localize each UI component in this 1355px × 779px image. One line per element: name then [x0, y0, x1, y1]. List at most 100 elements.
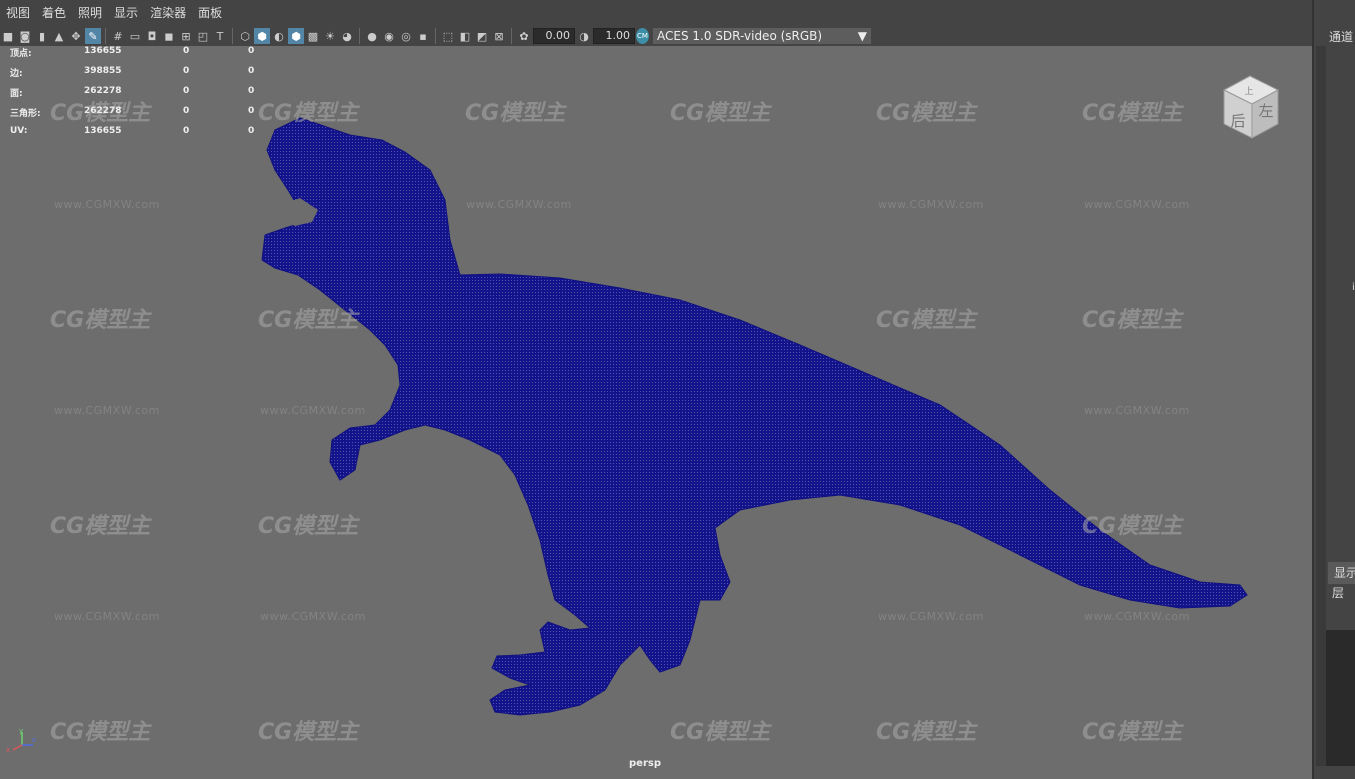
wireframe-icon[interactable]: ⬡	[237, 28, 253, 44]
viewport-menubar: 视图 着色 照明 显示 渲染器 面板	[0, 0, 1312, 26]
axis-x-label: x	[6, 746, 10, 754]
watermark-url: www.CGMXW.com	[54, 404, 160, 417]
watermark-url: www.CGMXW.com	[878, 198, 984, 211]
toolbar-separator	[232, 28, 233, 44]
poly-count-hud: 顶点: 136655 0 0 边: 398855 0 0 面: 262278 0 0 三角形: 26…	[8, 46, 268, 146]
watermark-logo: CG模型主	[876, 720, 977, 745]
gate-mask-icon[interactable]: ◼	[161, 28, 177, 44]
camera-label: persp	[629, 758, 661, 769]
menu-lighting[interactable]: 照明	[72, 0, 108, 26]
watermark-logo: CG模型主	[258, 308, 359, 333]
stat-row: 边: 398855 0 0	[10, 66, 255, 79]
default-material-icon[interactable]: ◐	[271, 28, 287, 44]
isolate-select-icon[interactable]: ⬚	[440, 28, 456, 44]
image-plane-icon[interactable]: ▲	[51, 28, 67, 44]
smooth-shade-icon[interactable]: ⬢	[254, 28, 270, 44]
panel-mark: i	[1352, 282, 1355, 293]
panel-scrollbar[interactable]	[1316, 46, 1326, 766]
watermark-logo: CG模型主	[876, 101, 977, 126]
watermark-logo: CG模型主	[670, 101, 771, 126]
watermark-url: www.CGMXW.com	[54, 610, 160, 623]
color-management-badge: CM	[636, 28, 649, 44]
exposure-icon[interactable]: ✿	[516, 28, 532, 44]
watermark-logo: CG模型主	[50, 308, 151, 333]
toolbar-separator	[511, 28, 512, 44]
viewport-toolbar: ■ ◙ ▮ ▲ ✥ ✎ # ▭ ◘ ◼ ⊞ ◰ T ⬡ ⬢ ◐ ⬢ ▩ ☀ ◕ …	[0, 26, 1312, 46]
watermark-logo: CG模型主	[258, 101, 359, 126]
watermark-logo: CG模型主	[1082, 514, 1183, 539]
watermark-url: www.CGMXW.com	[466, 198, 572, 211]
colorspace-value: ACES 1.0 SDR-video (sRGB)	[657, 29, 823, 43]
stat-row: UV: 136655 0 0	[10, 126, 255, 136]
resolution-gate-icon[interactable]: ◘	[144, 28, 160, 44]
watermark-logo: CG模型主	[50, 514, 151, 539]
grease-pencil-icon[interactable]: ✎	[85, 28, 101, 44]
watermark-url: www.CGMXW.com	[1084, 198, 1190, 211]
gamma-field[interactable]: 1.00	[593, 28, 635, 44]
wireframe-on-shaded-icon[interactable]: ⬢	[288, 28, 304, 44]
watermark-logo: CG模型主	[258, 514, 359, 539]
film-gate-icon[interactable]: ▭	[127, 28, 143, 44]
layer-list[interactable]	[1326, 630, 1355, 766]
watermark-url: www.CGMXW.com	[878, 610, 984, 623]
menu-view[interactable]: 视图	[0, 0, 36, 26]
lights-icon[interactable]: ☀	[322, 28, 338, 44]
select-camera-icon[interactable]: ■	[0, 28, 16, 44]
watermark-logo: CG模型主	[1082, 308, 1183, 333]
camera-attributes-icon[interactable]: ◙	[17, 28, 33, 44]
field-chart-icon[interactable]: ⊞	[178, 28, 194, 44]
right-side-panel: 通道 i 显示 层	[1312, 0, 1355, 779]
exposure-field[interactable]: 0.00	[533, 28, 575, 44]
motion-blur-icon[interactable]: ◉	[381, 28, 397, 44]
tab-channels[interactable]: 通道	[1329, 28, 1353, 45]
tab-layer[interactable]: 层	[1332, 584, 1344, 601]
color-management-icon[interactable]: CM	[636, 28, 652, 44]
depth-of-field-icon[interactable]: ▪	[415, 28, 431, 44]
axis-z-label: z	[32, 736, 36, 744]
watermark-logo: CG模型主	[1082, 720, 1183, 745]
colorspace-dropdown[interactable]: ACES 1.0 SDR-video (sRGB) ▼	[653, 28, 871, 44]
axis-y-label: y	[19, 728, 23, 735]
menu-renderer[interactable]: 渲染器	[144, 0, 192, 26]
watermark-logo: CG模型主	[258, 720, 359, 745]
watermark-url: www.CGMXW.com	[54, 198, 160, 211]
stat-row: 面: 262278 0 0	[10, 86, 255, 99]
viewcube-top-label: 上	[1244, 86, 1253, 97]
toolbar-separator	[105, 28, 106, 44]
anti-aliasing-icon[interactable]: ◎	[398, 28, 414, 44]
shadows-icon[interactable]: ◕	[339, 28, 355, 44]
menu-show[interactable]: 显示	[108, 0, 144, 26]
viewcube-side-label: 左	[1258, 102, 1273, 120]
viewcube[interactable]: 上 后 左	[1216, 72, 1286, 142]
viewport-panel[interactable]: CG模型主 CG模型主 CG模型主 CG模型主 CG模型主 CG模型主 www.…	[0, 0, 1312, 779]
grid-icon[interactable]: #	[110, 28, 126, 44]
watermark-url: www.CGMXW.com	[1084, 404, 1190, 417]
stat-row: 三角形: 262278 0 0	[10, 106, 255, 119]
tab-display[interactable]: 显示	[1328, 562, 1355, 584]
xray-active-components-icon[interactable]: ◩	[474, 28, 490, 44]
menu-panels[interactable]: 面板	[192, 0, 228, 26]
watermark-logo: CG模型主	[465, 101, 566, 126]
toolbar-separator	[435, 28, 436, 44]
ambient-occlusion-icon[interactable]: ●	[364, 28, 380, 44]
watermark-logo: CG模型主	[1082, 101, 1183, 126]
xray-icon[interactable]: ◧	[457, 28, 473, 44]
safe-title-icon[interactable]: T	[212, 28, 228, 44]
watermark-logo: CG模型主	[876, 308, 977, 333]
2d-pan-zoom-icon[interactable]: ✥	[68, 28, 84, 44]
stat-row: 顶点: 136655 0 0	[10, 46, 255, 59]
menu-shading[interactable]: 着色	[36, 0, 72, 26]
toolbar-separator	[359, 28, 360, 44]
bookmark-icon[interactable]: ▮	[34, 28, 50, 44]
textured-icon[interactable]: ▩	[305, 28, 321, 44]
gamma-icon[interactable]: ◑	[576, 28, 592, 44]
chevron-down-icon: ▼	[857, 29, 867, 43]
watermark-logo: CG模型主	[670, 720, 771, 745]
xray-joints-icon[interactable]: ⊠	[491, 28, 507, 44]
watermark-url: www.CGMXW.com	[1084, 610, 1190, 623]
axis-gizmo: y z x	[6, 728, 36, 754]
watermark-url: www.CGMXW.com	[260, 404, 366, 417]
viewcube-front-label: 后	[1230, 112, 1245, 130]
watermark-url: www.CGMXW.com	[260, 610, 366, 623]
safe-action-icon[interactable]: ◰	[195, 28, 211, 44]
